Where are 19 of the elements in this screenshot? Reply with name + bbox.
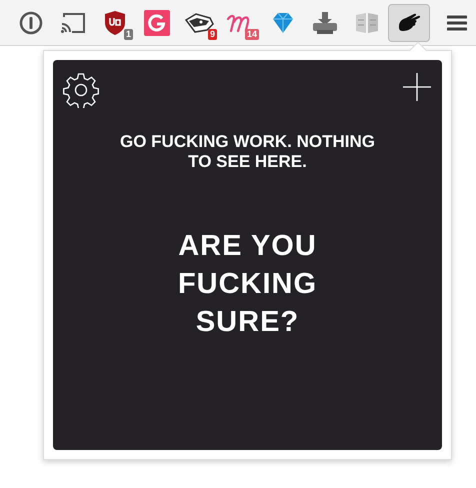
extension-button[interactable] [388,4,430,42]
extension-button[interactable]: 14 [220,4,262,42]
extension-button[interactable]: 1 [94,4,136,42]
shield-icon [104,10,126,36]
cast-icon [60,12,86,34]
letter-g-icon [144,10,170,36]
key-circle-icon [19,10,43,34]
add-icon[interactable] [402,72,432,102]
popup-heading: GO FUCKING WORK. NOTHING TO SEE HERE. [119,132,376,172]
count-badge: 9 [208,28,217,40]
printer-icon [311,10,339,34]
extension-button[interactable]: 9 [178,4,220,42]
count-badge: 1 [124,28,133,40]
count-badge: 14 [244,28,259,40]
diamond-icon [271,10,295,34]
tiles-icon [354,10,380,34]
popup-question: ARE YOU FUCKING SURE? [176,229,318,340]
pointing-hand-icon [396,12,422,34]
settings-icon[interactable] [63,72,99,108]
